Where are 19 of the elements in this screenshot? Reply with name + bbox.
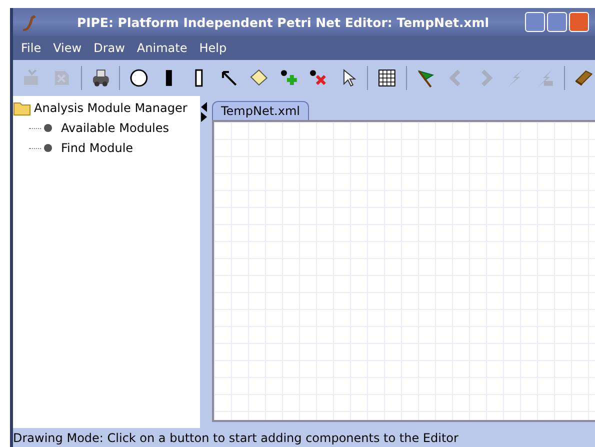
folder-icon [13, 100, 31, 116]
tree-item[interactable]: Available Modules [61, 121, 170, 135]
circle-icon[interactable] [128, 67, 150, 89]
close-button[interactable] [569, 12, 589, 32]
tree-item[interactable]: Find Module [61, 141, 134, 155]
menu-item[interactable]: View [47, 41, 88, 55]
status-text: Drawing Mode: Click on a button to start adding components to the Editor [13, 430, 460, 446]
grid-icon[interactable] [376, 67, 398, 89]
document-tab[interactable]: TempNet.xml [212, 101, 309, 120]
maximize-button[interactable] [547, 12, 567, 32]
minimize-button[interactable] [525, 12, 545, 32]
node-dot-icon [44, 124, 52, 132]
window-title: PIPE: Platform Independent Petri Net Editor: TempNet.xml [76, 14, 490, 30]
menu-item[interactable]: File [15, 41, 48, 55]
menu-item[interactable]: Draw [88, 41, 131, 55]
menu-item[interactable]: Animate [130, 41, 194, 55]
menu-item[interactable]: Help [193, 41, 233, 55]
tree-item[interactable]: Analysis Module Manager [34, 101, 188, 115]
node-dot-icon [44, 144, 52, 152]
